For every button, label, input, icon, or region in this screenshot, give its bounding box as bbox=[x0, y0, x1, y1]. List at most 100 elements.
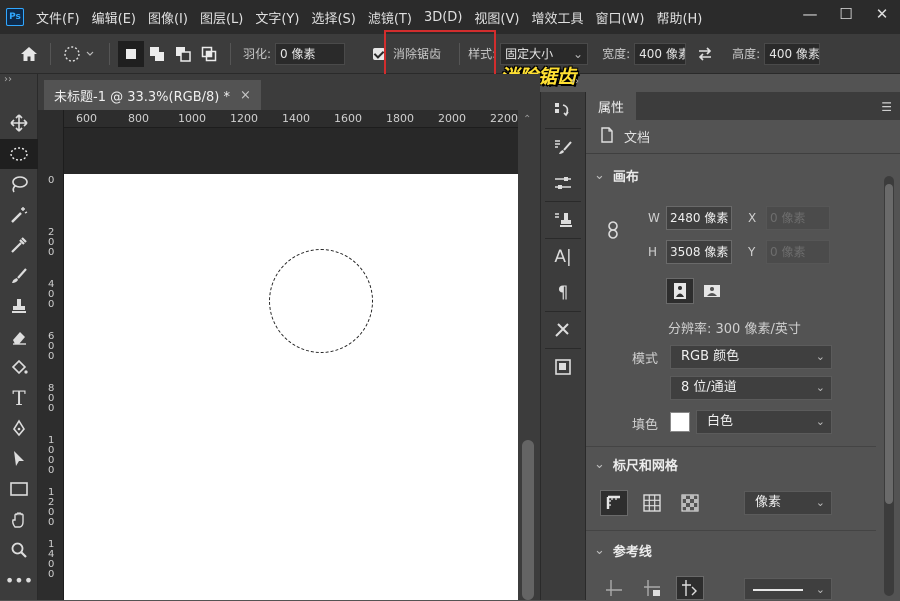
tools-panel-icon[interactable] bbox=[541, 312, 585, 348]
more-tools-icon[interactable]: ••• bbox=[0, 566, 38, 597]
menu-view[interactable]: 视图(V) bbox=[474, 8, 519, 27]
magic-wand-tool-icon[interactable] bbox=[0, 200, 38, 231]
history-panel-icon[interactable] bbox=[541, 92, 585, 128]
feather-label: 羽化: bbox=[243, 47, 272, 61]
rulers-grids-section-header[interactable]: ⌄ 标尺和网格 bbox=[586, 449, 678, 479]
height-input[interactable]: 400 像素 bbox=[764, 42, 821, 65]
zoom-tool-icon[interactable] bbox=[0, 535, 38, 566]
menu-layer[interactable]: 图层(L) bbox=[200, 8, 243, 27]
eraser-tool-icon[interactable] bbox=[0, 322, 38, 353]
canvas-y-input: 0 像素 bbox=[766, 240, 830, 264]
resolution-text: 分辨率: 300 像素/英寸 bbox=[668, 322, 801, 337]
panel-menu-icon[interactable]: ☰ bbox=[881, 100, 892, 114]
brush-settings-panel-icon[interactable] bbox=[541, 129, 585, 165]
clone-source-panel-icon[interactable] bbox=[541, 202, 585, 238]
eyedropper-tool-icon[interactable] bbox=[0, 230, 38, 261]
fill-color-swatch[interactable] bbox=[670, 412, 690, 432]
home-icon[interactable] bbox=[16, 41, 42, 67]
scrollbar-thumb[interactable] bbox=[885, 184, 893, 504]
hand-tool-icon[interactable] bbox=[0, 505, 38, 536]
menu-image[interactable]: 图像(I) bbox=[148, 8, 188, 27]
canvas-section-title: 画布 bbox=[612, 169, 639, 185]
minimize-button[interactable]: — bbox=[792, 0, 828, 28]
menu-edit[interactable]: 编辑(E) bbox=[92, 8, 136, 27]
grid-toggle-button[interactable] bbox=[638, 490, 666, 516]
clone-stamp-tool-icon[interactable] bbox=[0, 291, 38, 322]
ruler-tick: 1200 bbox=[230, 112, 258, 125]
color-mode-select[interactable]: RGB 颜色 ⌄ bbox=[670, 345, 832, 369]
menu-help[interactable]: 帮助(H) bbox=[656, 8, 702, 27]
section-divider bbox=[586, 530, 876, 531]
path-selection-tool-icon[interactable] bbox=[0, 444, 38, 475]
vertical-ruler[interactable]: 0 200 400 600 800 1000 1200 1400 bbox=[38, 110, 64, 600]
document-tab[interactable]: 未标题-1 @ 33.3%(RGB/8) * × bbox=[44, 80, 261, 110]
tool-preset-icon[interactable] bbox=[59, 41, 101, 67]
bit-depth-select[interactable]: 8 位/通道 ⌄ bbox=[670, 376, 832, 400]
portrait-orientation-button[interactable] bbox=[666, 278, 694, 304]
menu-plugins[interactable]: 增效工具 bbox=[531, 8, 583, 27]
canvas-workspace[interactable] bbox=[64, 128, 518, 600]
maximize-button[interactable]: ☐ bbox=[828, 0, 864, 28]
elliptical-marquee-tool-icon[interactable] bbox=[0, 138, 38, 169]
properties-scrollbar[interactable] bbox=[884, 176, 894, 596]
menu-select[interactable]: 选择(S) bbox=[311, 8, 355, 27]
chevron-down-icon: ⌄ bbox=[594, 167, 605, 183]
document-canvas[interactable] bbox=[64, 174, 518, 600]
landscape-orientation-button[interactable] bbox=[698, 278, 726, 304]
intersect-selection-icon[interactable] bbox=[196, 41, 222, 67]
collapse-icon[interactable]: ›› bbox=[0, 74, 37, 88]
new-selection-icon[interactable] bbox=[118, 40, 144, 67]
circular-selection-marquee[interactable] bbox=[269, 249, 373, 353]
paragraph-panel-icon[interactable]: ¶ bbox=[541, 275, 585, 311]
scrollbar-thumb[interactable] bbox=[522, 440, 534, 600]
move-tool-icon[interactable] bbox=[0, 108, 38, 139]
menu-3d[interactable]: 3D(D) bbox=[424, 10, 462, 25]
guide-style-select[interactable]: ⌄ bbox=[744, 578, 832, 600]
lasso-tool-icon[interactable] bbox=[0, 169, 38, 200]
show-guides-button[interactable] bbox=[600, 576, 628, 600]
rectangle-tool-icon[interactable] bbox=[0, 474, 38, 505]
artboard-panel-icon[interactable] bbox=[541, 349, 585, 385]
horizontal-ruler[interactable]: 600 800 1000 1200 1400 1600 1800 2000 22… bbox=[64, 110, 518, 128]
width-input[interactable]: 400 像素 bbox=[634, 42, 687, 65]
feather-input[interactable]: 0 像素 bbox=[275, 42, 346, 65]
document-icon bbox=[600, 126, 614, 147]
lock-guides-button[interactable] bbox=[638, 576, 666, 600]
add-to-selection-icon[interactable] bbox=[144, 41, 170, 67]
color-mode-value: RGB 颜色 bbox=[681, 349, 740, 364]
close-button[interactable]: ✕ bbox=[864, 0, 900, 28]
fill-value: 白色 bbox=[707, 414, 734, 429]
canvas-width-label: W bbox=[648, 211, 660, 225]
options-divider bbox=[230, 42, 231, 65]
character-panel-icon[interactable]: A| bbox=[541, 239, 585, 275]
swap-width-height-icon[interactable] bbox=[692, 41, 718, 67]
brush-tool-icon[interactable] bbox=[0, 261, 38, 292]
guide-line-style-icon bbox=[753, 589, 803, 591]
pen-tool-icon[interactable] bbox=[0, 413, 38, 444]
menu-file[interactable]: 文件(F) bbox=[36, 8, 80, 27]
ruler-toggle-button[interactable] bbox=[600, 490, 628, 516]
width-field-row: W 2480 像素 X 0 像素 bbox=[648, 206, 830, 230]
menu-filter[interactable]: 滤镜(T) bbox=[368, 8, 412, 27]
canvas-vertical-scrollbar[interactable]: ⌃ bbox=[518, 110, 540, 600]
menu-window[interactable]: 窗口(W) bbox=[595, 8, 644, 27]
canvas-height-input[interactable]: 3508 像素 bbox=[666, 240, 732, 264]
canvas-section-header[interactable]: ⌄ 画布 bbox=[586, 160, 900, 190]
close-tab-icon[interactable]: × bbox=[240, 88, 251, 103]
brushes-panel-icon[interactable] bbox=[541, 165, 585, 201]
subtract-from-selection-icon[interactable] bbox=[170, 41, 196, 67]
canvas-width-input[interactable]: 2480 像素 bbox=[666, 206, 732, 230]
pixel-grid-toggle-button[interactable] bbox=[676, 490, 704, 516]
scroll-up-icon[interactable]: ⌃ bbox=[523, 114, 531, 125]
tab-properties[interactable]: 属性 bbox=[586, 92, 637, 120]
ruler-tick: 2200 bbox=[490, 112, 518, 125]
type-tool-icon[interactable]: T bbox=[0, 383, 38, 414]
fill-select[interactable]: 白色 ⌄ bbox=[696, 410, 832, 434]
guides-section-header[interactable]: ⌄ 参考线 bbox=[586, 535, 652, 565]
paint-bucket-tool-icon[interactable] bbox=[0, 352, 38, 383]
link-dimensions-icon[interactable] bbox=[606, 220, 620, 244]
ruler-units-select[interactable]: 像素 ⌄ bbox=[744, 491, 832, 515]
expand-panels-icon[interactable]: ›› bbox=[571, 76, 579, 87]
menu-type[interactable]: 文字(Y) bbox=[255, 8, 299, 27]
smart-guides-button[interactable] bbox=[676, 576, 704, 600]
